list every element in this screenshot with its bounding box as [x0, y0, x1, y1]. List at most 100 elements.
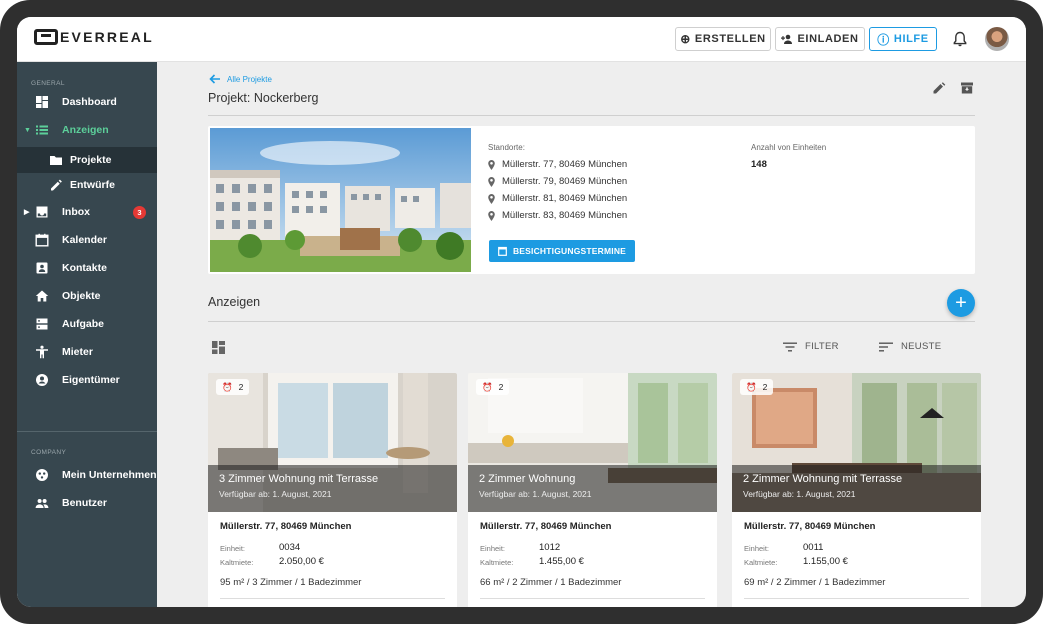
- reminder-chip: ⏰ 2: [740, 379, 774, 395]
- home-icon: [35, 290, 49, 302]
- create-button[interactable]: ⊕ ERSTELLEN: [675, 27, 771, 51]
- reminder-count: 2: [498, 382, 504, 392]
- help-button[interactable]: ⓘ HILFE: [869, 27, 937, 51]
- listing-availability: Verfügbar ab: 1. August, 2021: [479, 489, 592, 499]
- card-divider: [480, 598, 705, 599]
- page-title: Projekt: Nockerberg: [208, 91, 319, 105]
- users-icon: [35, 499, 49, 508]
- sort-button[interactable]: NEUSTE: [879, 341, 941, 352]
- listing-specs: 69 m² / 2 Zimmer / 1 Badezimmer: [744, 577, 886, 588]
- sidebar-item-aufgabe[interactable]: Aufgabe: [17, 311, 157, 337]
- invite-button-label: EINLADEN: [797, 33, 859, 45]
- sidebar-item-projekte[interactable]: Projekte: [17, 147, 157, 173]
- project-card: Standorte: Müllerstr. 77, 80469 München …: [208, 126, 975, 274]
- filter-button[interactable]: FILTER: [783, 341, 839, 352]
- create-button-label: ERSTELLEN: [694, 33, 766, 45]
- unit-label: Einheit:: [480, 544, 506, 553]
- listing-card[interactable]: ⏰ 2 3 Zimmer Wohnung mit Terrasse Verfüg…: [208, 373, 457, 607]
- viewing-appointments-label: BESICHTIGUNGSTERMINE: [512, 246, 627, 256]
- map-pin-icon: [488, 159, 495, 170]
- sidebar-item-inbox[interactable]: ▶ Inbox 3: [17, 199, 157, 225]
- listing-card[interactable]: ⏰ 2 2 Zimmer Wohnung Verfügbar ab: 1. Au…: [468, 373, 717, 607]
- everreal-logo[interactable]: EVERREAL: [34, 29, 154, 45]
- sidebar-item-eigentuemer[interactable]: Eigentümer: [17, 367, 157, 393]
- section-divider: [208, 321, 975, 322]
- filter-label: FILTER: [805, 341, 839, 352]
- sidebar-divider: [17, 431, 157, 432]
- rent-value: 1.155,00 €: [803, 556, 848, 567]
- alarm-icon: ⏰: [746, 381, 757, 392]
- viewing-appointments-button[interactable]: BESICHTIGUNGSTERMINE: [489, 240, 635, 262]
- location-item: Müllerstr. 81, 80469 München: [488, 193, 627, 204]
- sidebar-item-kontakte[interactable]: Kontakte: [17, 255, 157, 281]
- sidebar: GENERAL Dashboard ▼ Anzeigen Projekte En…: [17, 62, 157, 607]
- reminder-chip: ⏰ 2: [476, 379, 510, 395]
- sidebar-item-mein-unternehmen[interactable]: Mein Unternehmen: [17, 462, 157, 488]
- user-avatar[interactable]: [985, 27, 1009, 51]
- listing-availability: Verfügbar ab: 1. August, 2021: [743, 489, 856, 499]
- grid-view-icon[interactable]: [212, 341, 225, 354]
- sidebar-item-label: Mieter: [62, 346, 93, 358]
- help-button-label: HILFE: [893, 33, 929, 45]
- filter-icon: [783, 342, 797, 351]
- archive-icon[interactable]: [960, 81, 974, 95]
- contact-icon: [36, 262, 48, 274]
- sidebar-item-label: Benutzer: [62, 497, 107, 509]
- logo-mark-icon: [34, 29, 58, 45]
- title-divider: [208, 115, 975, 116]
- device-frame: EVERREAL ⊕ ERSTELLEN EINLADEN ⓘ HILFE GE…: [0, 0, 1043, 624]
- listing-card[interactable]: ⏰ 2 2 Zimmer Wohnung mit Terrasse Verfüg…: [732, 373, 981, 607]
- sidebar-item-mieter[interactable]: Mieter: [17, 339, 157, 365]
- general-section-label: GENERAL: [31, 80, 65, 87]
- listing-address: Müllerstr. 77, 80469 München: [744, 521, 876, 532]
- invite-button[interactable]: EINLADEN: [775, 27, 865, 51]
- map-pin-icon: [488, 176, 495, 187]
- back-link-label: Alle Projekte: [227, 74, 272, 84]
- listing-title: 2 Zimmer Wohnung mit Terrasse: [743, 473, 903, 485]
- unit-value: 1012: [539, 542, 561, 553]
- sort-label: NEUSTE: [901, 341, 942, 352]
- calendar-icon: [35, 233, 49, 247]
- tasks-icon: [36, 318, 48, 330]
- back-link[interactable]: Alle Projekte: [209, 74, 272, 84]
- add-listing-button[interactable]: +: [947, 289, 975, 317]
- plus-circle-icon: ⊕: [680, 32, 691, 46]
- add-person-icon: [781, 34, 793, 44]
- edit-icon[interactable]: [932, 81, 946, 95]
- company-section-label: COMPANY: [31, 449, 67, 456]
- sidebar-item-label: Mein Unternehmen: [62, 469, 157, 481]
- reminder-count: 2: [238, 382, 244, 392]
- listing-title: 2 Zimmer Wohnung: [479, 473, 576, 485]
- alarm-icon: ⏰: [482, 381, 493, 392]
- listing-specs: 66 m² / 2 Zimmer / 1 Badezimmer: [480, 577, 622, 588]
- map-pin-icon: [488, 193, 495, 204]
- map-pin-icon: [488, 210, 495, 221]
- plus-icon: +: [955, 291, 967, 314]
- sidebar-item-objekte[interactable]: Objekte: [17, 283, 157, 309]
- unit-label: Einheit:: [220, 544, 246, 553]
- company-icon: [36, 469, 48, 481]
- sidebar-item-label: Entwürfe: [70, 179, 115, 191]
- sidebar-item-dashboard[interactable]: Dashboard: [17, 89, 157, 115]
- project-hero-image: [210, 128, 471, 272]
- sidebar-item-label: Projekte: [70, 154, 112, 166]
- rent-label: Kaltmiete:: [744, 558, 778, 567]
- sidebar-item-kalender[interactable]: Kalender: [17, 227, 157, 253]
- sidebar-item-label: Dashboard: [62, 96, 117, 108]
- sidebar-item-label: Inbox: [62, 206, 90, 218]
- sidebar-item-entwuerfe[interactable]: Entwürfe: [17, 172, 157, 198]
- caret-down-icon: ▼: [24, 126, 31, 134]
- help-circle-icon: ⓘ: [877, 32, 890, 47]
- location-text: Müllerstr. 77, 80469 München: [502, 159, 628, 170]
- sort-icon: [879, 342, 893, 351]
- unit-label: Einheit:: [744, 544, 770, 553]
- inbox-count-badge: 3: [133, 205, 146, 219]
- sidebar-item-anzeigen[interactable]: ▼ Anzeigen: [17, 117, 157, 143]
- rent-value: 2.050,00 €: [279, 556, 324, 567]
- app-screen: EVERREAL ⊕ ERSTELLEN EINLADEN ⓘ HILFE GE…: [17, 17, 1026, 607]
- sidebar-item-benutzer[interactable]: Benutzer: [17, 490, 157, 516]
- sidebar-item-label: Kontakte: [62, 262, 107, 274]
- person-icon: [36, 345, 48, 359]
- bell-icon[interactable]: [953, 31, 967, 47]
- sidebar-item-label: Eigentümer: [62, 374, 120, 386]
